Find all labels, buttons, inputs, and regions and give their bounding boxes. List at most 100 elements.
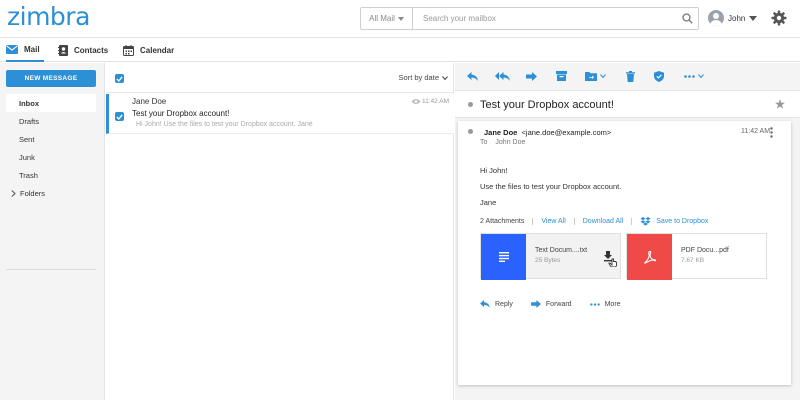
sidebar-item-drafts[interactable]: Drafts: [6, 112, 96, 130]
sidebar-item-inbox[interactable]: Inbox: [6, 94, 96, 112]
to-label: To: [480, 139, 488, 146]
sort-dropdown[interactable]: Sort by date: [399, 73, 448, 82]
attachment-thumbnail: [627, 234, 672, 280]
folder-label: Sent: [19, 134, 35, 144]
folder-label: Inbox: [19, 98, 39, 108]
zimbra-logo[interactable]: zimbra: [7, 2, 90, 31]
sender-line[interactable]: Jane Doe <jane.doe@example.com>: [484, 128, 611, 137]
reply-icon: [467, 71, 478, 81]
check-icon: [116, 75, 123, 82]
tab-contacts-label: Contacts: [74, 45, 109, 55]
calendar-icon: [123, 44, 134, 56]
more-dots-icon: [684, 74, 695, 78]
folder-move-icon: [585, 72, 597, 81]
avatar: [708, 10, 724, 26]
forward-toolbar-button[interactable]: [526, 63, 537, 89]
more-button[interactable]: More: [589, 298, 621, 310]
reply-icon: [480, 300, 490, 308]
reading-subject: Test your Dropbox account!: [480, 99, 614, 111]
message-time: 11:42 AM: [422, 98, 449, 105]
chevron-down-icon: [749, 15, 758, 21]
attachment-card[interactable]: Text Docum....txt 25 Bytes: [480, 233, 621, 280]
dropbox-icon: [640, 216, 651, 226]
attachment-card[interactable]: PDF Docu...pdf 7.67 KB: [626, 233, 767, 280]
attachment-name: PDF Docu...pdf: [681, 247, 729, 254]
sidebar-divider: [6, 269, 96, 270]
attachment-thumbnail: [481, 234, 526, 280]
body-text: Hi John!: [480, 166, 508, 175]
gear-icon[interactable]: [771, 10, 787, 28]
more-vertical-icon[interactable]: [770, 127, 773, 138]
attachment-size: 7.67 KB: [681, 257, 705, 264]
top-header: zimbra All Mail John: [0, 0, 800, 38]
attachments-count: 2 Attachments: [480, 217, 534, 225]
shield-icon: [654, 70, 664, 82]
user-menu[interactable]: John: [708, 8, 758, 28]
more-dots-icon: [589, 302, 600, 306]
reply-all-icon: [495, 71, 510, 81]
reply-toolbar-button[interactable]: [467, 63, 478, 89]
folder-label: Drafts: [19, 116, 40, 126]
folder-list: Inbox Drafts Sent Junk Trash Folders: [6, 94, 96, 202]
app-tabs: Mail Contacts Calendar: [0, 38, 800, 62]
delete-toolbar-button[interactable]: [626, 63, 635, 89]
tab-mail[interactable]: Mail: [6, 38, 44, 62]
chevron-down-icon: [442, 75, 448, 80]
search-icon[interactable]: [676, 8, 698, 29]
message-checkbox[interactable]: [115, 112, 124, 121]
forward-button[interactable]: Forward: [531, 298, 572, 310]
download-icon[interactable]: [604, 251, 618, 269]
sender-email: <jane.doe@example.com>: [521, 128, 612, 137]
more-toolbar-button[interactable]: [684, 63, 704, 89]
reply-button[interactable]: Reply: [480, 298, 513, 310]
sidebar-item-trash[interactable]: Trash: [6, 166, 96, 184]
folder-label: Trash: [19, 170, 38, 180]
chevron-down-icon: [600, 74, 606, 78]
list-item[interactable]: Jane Doe Test your Dropbox account! Hi J…: [106, 94, 454, 134]
unread-dot-icon[interactable]: [468, 102, 473, 107]
star-icon[interactable]: [775, 99, 785, 109]
move-toolbar-button[interactable]: [585, 63, 606, 89]
chevron-right-icon[interactable]: [11, 189, 16, 197]
reply-label: Reply: [495, 300, 513, 308]
recipient-name[interactable]: John Doe: [495, 139, 525, 146]
chevron-down-icon: [698, 74, 704, 78]
sidebar-item-folders[interactable]: Folders: [6, 184, 96, 202]
document-icon: [498, 252, 509, 262]
reply-all-toolbar-button[interactable]: [495, 63, 510, 89]
message-snippet: Hi John! Use the files to test your Drop…: [136, 121, 313, 128]
forward-icon: [526, 71, 537, 81]
sidebar-item-junk[interactable]: Junk: [6, 148, 96, 166]
reading-pane: Test your Dropbox account! Jane Doe <jan…: [455, 63, 800, 400]
message-subject: Test your Dropbox account!: [132, 109, 230, 118]
tab-calendar[interactable]: Calendar: [123, 38, 174, 62]
forward-icon: [531, 300, 541, 308]
recipient-line: To John Doe: [480, 139, 525, 146]
select-all-checkbox[interactable]: [115, 74, 124, 83]
message-time: 11:42 AM: [741, 128, 771, 135]
sidebar-item-sent[interactable]: Sent: [6, 130, 96, 148]
search-bar: All Mail: [360, 7, 699, 30]
sender-name: Jane Doe: [484, 128, 518, 137]
search-scope-dropdown[interactable]: All Mail: [361, 8, 413, 29]
body-text: Use the files to test your Dropbox accou…: [480, 182, 622, 191]
tab-contacts[interactable]: Contacts: [58, 38, 108, 62]
view-all-link[interactable]: View All: [533, 217, 575, 225]
archive-toolbar-button[interactable]: [556, 63, 567, 89]
sort-label: Sort by date: [398, 73, 439, 82]
attachments-bar: 2 Attachments View All Download All Save…: [480, 215, 716, 227]
spam-toolbar-button[interactable]: [654, 63, 664, 89]
chevron-down-icon: [397, 16, 404, 21]
new-message-button[interactable]: NEW MESSAGE: [6, 70, 96, 87]
more-label: More: [604, 300, 621, 308]
search-input[interactable]: [413, 8, 676, 29]
save-to-dropbox-link[interactable]: Save to Dropbox: [632, 216, 716, 226]
attachment-size: 25 Bytes: [535, 257, 561, 264]
download-all-link[interactable]: Download All: [575, 217, 633, 225]
forward-label: Forward: [545, 300, 572, 308]
unread-dot-icon[interactable]: [468, 129, 473, 134]
tab-mail-label: Mail: [24, 44, 40, 54]
attachment-name: Text Docum....txt: [535, 247, 588, 254]
search-scope-label: All Mail: [369, 14, 395, 23]
eye-icon[interactable]: [411, 98, 421, 105]
